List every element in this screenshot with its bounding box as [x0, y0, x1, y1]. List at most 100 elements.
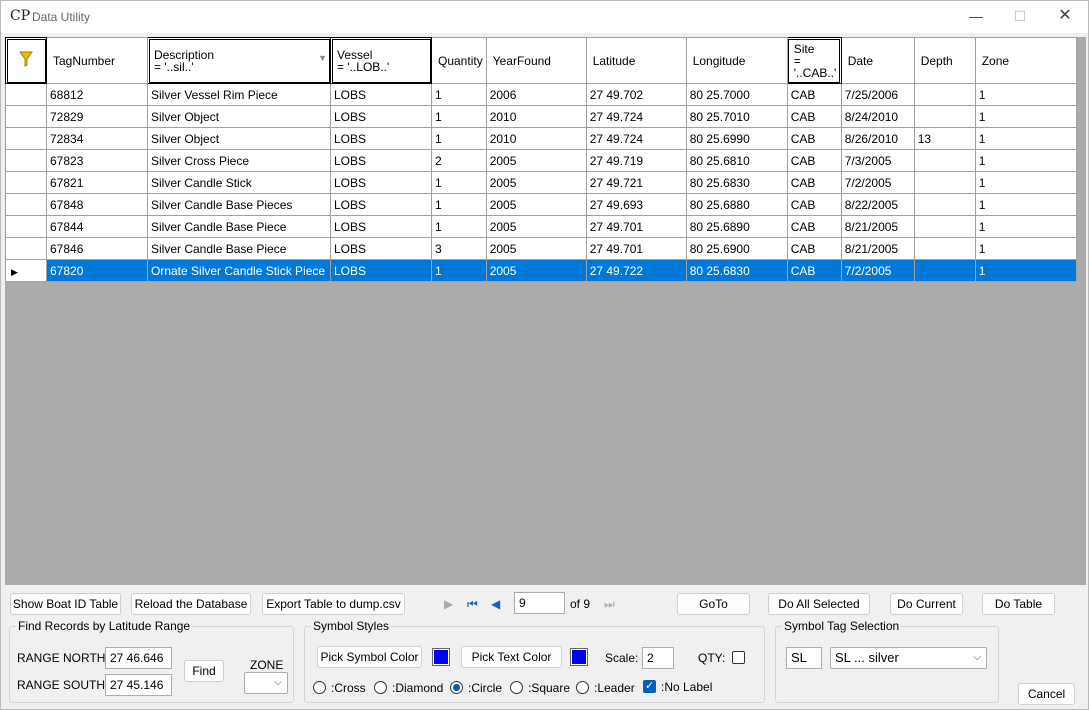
cell-latitude[interactable]: 27 49.722 [585, 259, 687, 282]
cell-tagnumber[interactable]: 72834 [46, 127, 148, 150]
cell-depth[interactable] [913, 259, 976, 282]
cell-yearfound[interactable]: 2010 [485, 127, 587, 150]
cell-quantity[interactable]: 2 [431, 149, 487, 172]
circle-style-radio[interactable] [450, 681, 463, 694]
cell-date[interactable]: 7/2/2005 [840, 259, 915, 282]
cell-yearfound[interactable]: 2005 [485, 149, 587, 172]
cell-longitude[interactable]: 80 25.6830 [685, 259, 788, 282]
cell-zone[interactable]: 1 [974, 171, 1077, 194]
cell-depth[interactable]: 13 [913, 127, 976, 150]
cell-description[interactable]: Silver Object [147, 105, 331, 128]
cross-style-radio[interactable] [313, 681, 326, 694]
cell-vessel[interactable]: LOBS [330, 171, 432, 194]
table-row[interactable]: 68812 Silver Vessel Rim Piece LOBS 1 2006 27 … [5, 83, 1077, 106]
column-header-tagnumber[interactable]: TagNumber [46, 37, 148, 84]
cell-zone[interactable]: 1 [974, 193, 1077, 216]
cell-tagnumber[interactable]: 67820 [46, 259, 148, 282]
cell-date[interactable]: 7/25/2006 [840, 83, 915, 106]
pick-text-color-button[interactable]: Pick Text Color [461, 646, 562, 668]
cell-site[interactable]: CAB [786, 193, 842, 216]
cell-date[interactable]: 8/24/2010 [840, 105, 915, 128]
cell-quantity[interactable]: 1 [431, 259, 487, 282]
column-header-latitude[interactable]: Latitude [585, 37, 687, 84]
cell-tagnumber[interactable]: 72829 [46, 105, 148, 128]
table-row[interactable]: ▶ 67820 Ornate Silver Candle Stick Piece LO… [5, 259, 1077, 282]
column-header-depth[interactable]: Depth [913, 37, 976, 84]
cell-latitude[interactable]: 27 49.693 [585, 193, 687, 216]
cell-tagnumber[interactable]: 67844 [46, 215, 148, 238]
maximize-icon[interactable]: ☐ [1000, 5, 1040, 29]
cell-description[interactable]: Silver Candle Stick [147, 171, 331, 194]
reload-database-button[interactable]: Reload the Database [131, 593, 251, 615]
cell-date[interactable]: 8/26/2010 [840, 127, 915, 150]
cell-vessel[interactable]: LOBS [330, 259, 432, 282]
do-table-button[interactable]: Do Table [982, 593, 1055, 615]
cell-depth[interactable] [913, 237, 976, 260]
cancel-button[interactable]: Cancel [1018, 683, 1075, 705]
cell-zone[interactable]: 1 [974, 237, 1077, 260]
pick-symbol-color-button[interactable]: Pick Symbol Color [317, 646, 422, 668]
cell-zone[interactable]: 1 [974, 149, 1077, 172]
cell-latitude[interactable]: 27 49.724 [585, 127, 687, 150]
table-row[interactable]: 67823 Silver Cross Piece LOBS 2 2005 27 49.71… [5, 149, 1077, 172]
column-header-date[interactable]: Date [840, 37, 915, 84]
column-header-longitude[interactable]: Longitude [685, 37, 788, 84]
cell-description[interactable]: Silver Candle Base Pieces [147, 193, 331, 216]
cell-date[interactable]: 7/3/2005 [840, 149, 915, 172]
cell-date[interactable]: 8/22/2005 [840, 193, 915, 216]
cell-yearfound[interactable]: 2006 [485, 83, 587, 106]
do-current-button[interactable]: Do Current [890, 593, 963, 615]
cell-depth[interactable] [913, 193, 976, 216]
cell-quantity[interactable]: 1 [431, 215, 487, 238]
cell-tagnumber[interactable]: 67821 [46, 171, 148, 194]
cell-quantity[interactable]: 1 [431, 83, 487, 106]
table-row[interactable]: 67844 Silver Candle Base Piece LOBS 1 2005 27… [5, 215, 1077, 238]
table-row[interactable]: 67821 Silver Candle Stick LOBS 1 2005 27 49.7… [5, 171, 1077, 194]
leader-style-radio[interactable] [576, 681, 589, 694]
cell-quantity[interactable]: 1 [431, 171, 487, 194]
cell-zone[interactable]: 1 [974, 105, 1077, 128]
cell-yearfound[interactable]: 2005 [485, 259, 587, 282]
cell-vessel[interactable]: LOBS [330, 215, 432, 238]
cell-longitude[interactable]: 80 25.6830 [685, 171, 788, 194]
zone-select[interactable]: ⌵ [244, 672, 288, 694]
square-style-radio[interactable] [510, 681, 523, 694]
record-position-input[interactable]: 9 [514, 592, 565, 614]
row-header[interactable] [5, 237, 47, 260]
cell-site[interactable]: CAB [786, 83, 842, 106]
cell-description[interactable]: Silver Candle Base Piece [147, 237, 331, 260]
cell-latitude[interactable]: 27 49.701 [585, 237, 687, 260]
cell-depth[interactable] [913, 149, 976, 172]
cell-site[interactable]: CAB [786, 105, 842, 128]
cell-quantity[interactable]: 1 [431, 105, 487, 128]
row-header[interactable]: ▶ [5, 259, 47, 282]
cell-site[interactable]: CAB [786, 215, 842, 238]
close-icon[interactable]: ✕ [1045, 5, 1085, 29]
cell-yearfound[interactable]: 2005 [485, 171, 587, 194]
cell-date[interactable]: 7/2/2005 [840, 171, 915, 194]
row-header[interactable] [5, 215, 47, 238]
cell-description[interactable]: Silver Cross Piece [147, 149, 331, 172]
cell-quantity[interactable]: 3 [431, 237, 487, 260]
table-row[interactable]: 72834 Silver Object LOBS 1 2010 27 49.724 80 2… [5, 127, 1077, 150]
scale-input[interactable]: 2 [642, 647, 674, 669]
cell-vessel[interactable]: LOBS [330, 193, 432, 216]
cell-tagnumber[interactable]: 68812 [46, 83, 148, 106]
cell-yearfound[interactable]: 2005 [485, 237, 587, 260]
range-north-input[interactable]: 27 46.646 [105, 647, 172, 669]
diamond-style-radio[interactable] [374, 681, 387, 694]
cell-latitude[interactable]: 27 49.724 [585, 105, 687, 128]
cell-quantity[interactable]: 1 [431, 193, 487, 216]
cell-site[interactable]: CAB [786, 259, 842, 282]
do-all-selected-button[interactable]: Do All Selected [768, 593, 870, 615]
cell-zone[interactable]: 1 [974, 259, 1077, 282]
table-row[interactable]: 67846 Silver Candle Base Piece LOBS 3 2005 27… [5, 237, 1077, 260]
cell-date[interactable]: 8/21/2005 [840, 215, 915, 238]
cell-depth[interactable] [913, 105, 976, 128]
cell-site[interactable]: CAB [786, 171, 842, 194]
cell-latitude[interactable]: 27 49.721 [585, 171, 687, 194]
cell-vessel[interactable]: LOBS [330, 237, 432, 260]
cell-description[interactable]: Ornate Silver Candle Stick Piece [147, 259, 331, 282]
cell-depth[interactable] [913, 171, 976, 194]
goto-button[interactable]: GoTo [677, 593, 750, 615]
